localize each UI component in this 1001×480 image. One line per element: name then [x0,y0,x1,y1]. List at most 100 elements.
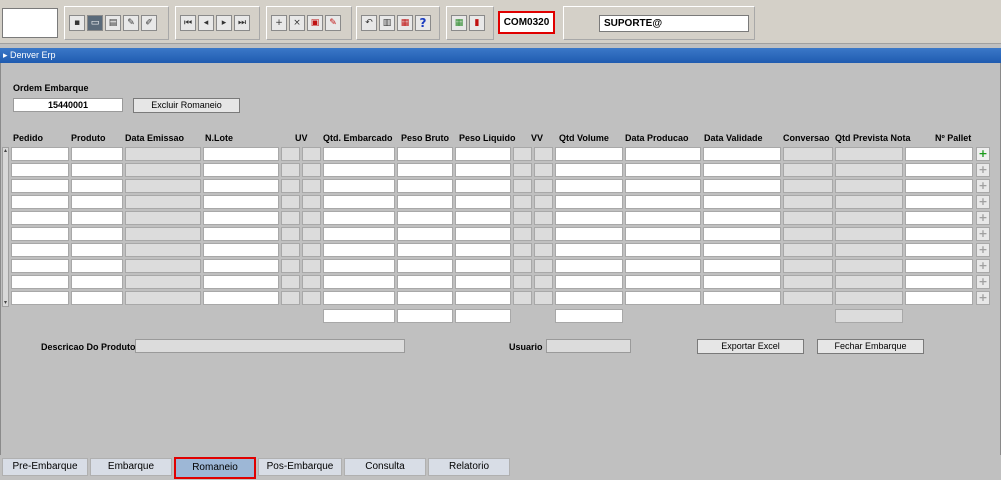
tab-pre-embarque[interactable]: Pre-Embarque [2,458,88,476]
ordem-embarque-field[interactable]: 15440001 [13,98,123,112]
clipboard-icon[interactable]: ▥ [379,15,395,31]
grid-cell[interactable] [703,227,781,241]
grid-cell[interactable] [323,259,395,273]
grid-cell[interactable] [11,243,69,257]
grid-cell[interactable] [455,227,511,241]
grid-cell[interactable] [555,147,623,161]
grid-cell[interactable] [555,195,623,209]
grid-cell[interactable] [555,275,623,289]
tab-consulta[interactable]: Consulta [344,458,426,476]
grid-cell[interactable] [71,147,123,161]
grid-cell[interactable] [71,243,123,257]
grid-cell[interactable] [203,179,279,193]
grid-scrollbar[interactable]: ▴ ▾ [2,147,9,307]
first-record-icon[interactable]: ⏮ [180,15,196,31]
grid-cell[interactable] [625,259,701,273]
grid-cell[interactable] [397,163,453,177]
grid-cell[interactable] [703,195,781,209]
print-icon[interactable]: ▤ [105,15,121,31]
grid-cell[interactable] [905,275,973,289]
grid-cell[interactable] [555,291,623,305]
grid-cell[interactable] [703,275,781,289]
grid-cell[interactable] [703,243,781,257]
grid-cell[interactable] [555,163,623,177]
grid-cell[interactable] [71,179,123,193]
add-row-icon[interactable]: + [976,259,990,273]
grid-cell[interactable] [625,227,701,241]
add-row-icon[interactable]: + [976,147,990,161]
grid-cell[interactable] [203,275,279,289]
grid-cell[interactable] [397,195,453,209]
grid-cell[interactable] [397,243,453,257]
grid-cell[interactable] [203,243,279,257]
tab-romaneio[interactable]: Romaneio [174,457,256,479]
grid-cell[interactable] [455,147,511,161]
grid-cell[interactable] [323,147,395,161]
insert-record-icon[interactable]: + [271,15,287,31]
grid-cell[interactable] [703,147,781,161]
grid-cell[interactable] [455,211,511,225]
grid-cell[interactable] [905,227,973,241]
grid-cell[interactable] [455,179,511,193]
grid-cell[interactable] [323,275,395,289]
pencil-icon[interactable]: ✐ [141,15,157,31]
last-record-icon[interactable]: ⏭ [234,15,250,31]
add-row-icon[interactable]: + [976,275,990,289]
grid-cell[interactable] [203,259,279,273]
grid-cell[interactable] [397,211,453,225]
grid-cell[interactable] [71,195,123,209]
grid-cell[interactable] [905,195,973,209]
grid-cell[interactable] [11,211,69,225]
folder-icon[interactable]: ▦ [397,15,413,31]
add-row-icon[interactable]: + [976,291,990,305]
grid-cell[interactable] [397,179,453,193]
grid-cell[interactable] [455,275,511,289]
grid-cell[interactable] [11,291,69,305]
grid-cell[interactable] [555,211,623,225]
edit-icon[interactable]: ✎ [325,15,341,31]
grid-cell[interactable] [905,163,973,177]
grid-cell[interactable] [625,195,701,209]
grid-cell[interactable] [397,291,453,305]
grid-cell[interactable] [203,195,279,209]
grid-cell[interactable] [71,275,123,289]
add-row-icon[interactable]: + [976,195,990,209]
tab-pos-embarque[interactable]: Pos-Embarque [258,458,342,476]
grid-cell[interactable] [905,179,973,193]
grid-cell[interactable] [323,243,395,257]
delete-record-icon[interactable]: × [289,15,305,31]
grid-cell[interactable] [625,211,701,225]
grid-cell[interactable] [703,211,781,225]
fechar-embarque-button[interactable]: Fechar Embarque [817,339,924,354]
grid-cell[interactable] [703,179,781,193]
grid-cell[interactable] [455,243,511,257]
grid-cell[interactable] [625,163,701,177]
grid-cell[interactable] [905,147,973,161]
grid-cell[interactable] [703,163,781,177]
grid-cell[interactable] [905,291,973,305]
grid-cell[interactable] [203,211,279,225]
grid-cell[interactable] [323,195,395,209]
grid-cell[interactable] [455,195,511,209]
grid-cell[interactable] [203,163,279,177]
grid-cell[interactable] [11,259,69,273]
grid-cell[interactable] [625,275,701,289]
add-row-icon[interactable]: + [976,163,990,177]
add-row-icon[interactable]: + [976,211,990,225]
scroll-up-icon[interactable]: ▴ [3,148,8,154]
undo-icon[interactable]: ↶ [361,15,377,31]
grid-cell[interactable] [323,163,395,177]
grid-cell[interactable] [11,227,69,241]
excluir-romaneio-button[interactable]: Excluir Romaneio [133,98,240,113]
grid-cell[interactable] [455,291,511,305]
grid-cell[interactable] [555,227,623,241]
grid-cell[interactable] [323,211,395,225]
exportar-excel-button[interactable]: Exportar Excel [697,339,804,354]
grid-cell[interactable] [905,211,973,225]
window-icon[interactable]: ▭ [87,15,103,31]
query-icon[interactable]: ▣ [307,15,323,31]
grid-cell[interactable] [625,179,701,193]
grid-cell[interactable] [397,259,453,273]
grid-cell[interactable] [11,275,69,289]
add-row-icon[interactable]: + [976,243,990,257]
